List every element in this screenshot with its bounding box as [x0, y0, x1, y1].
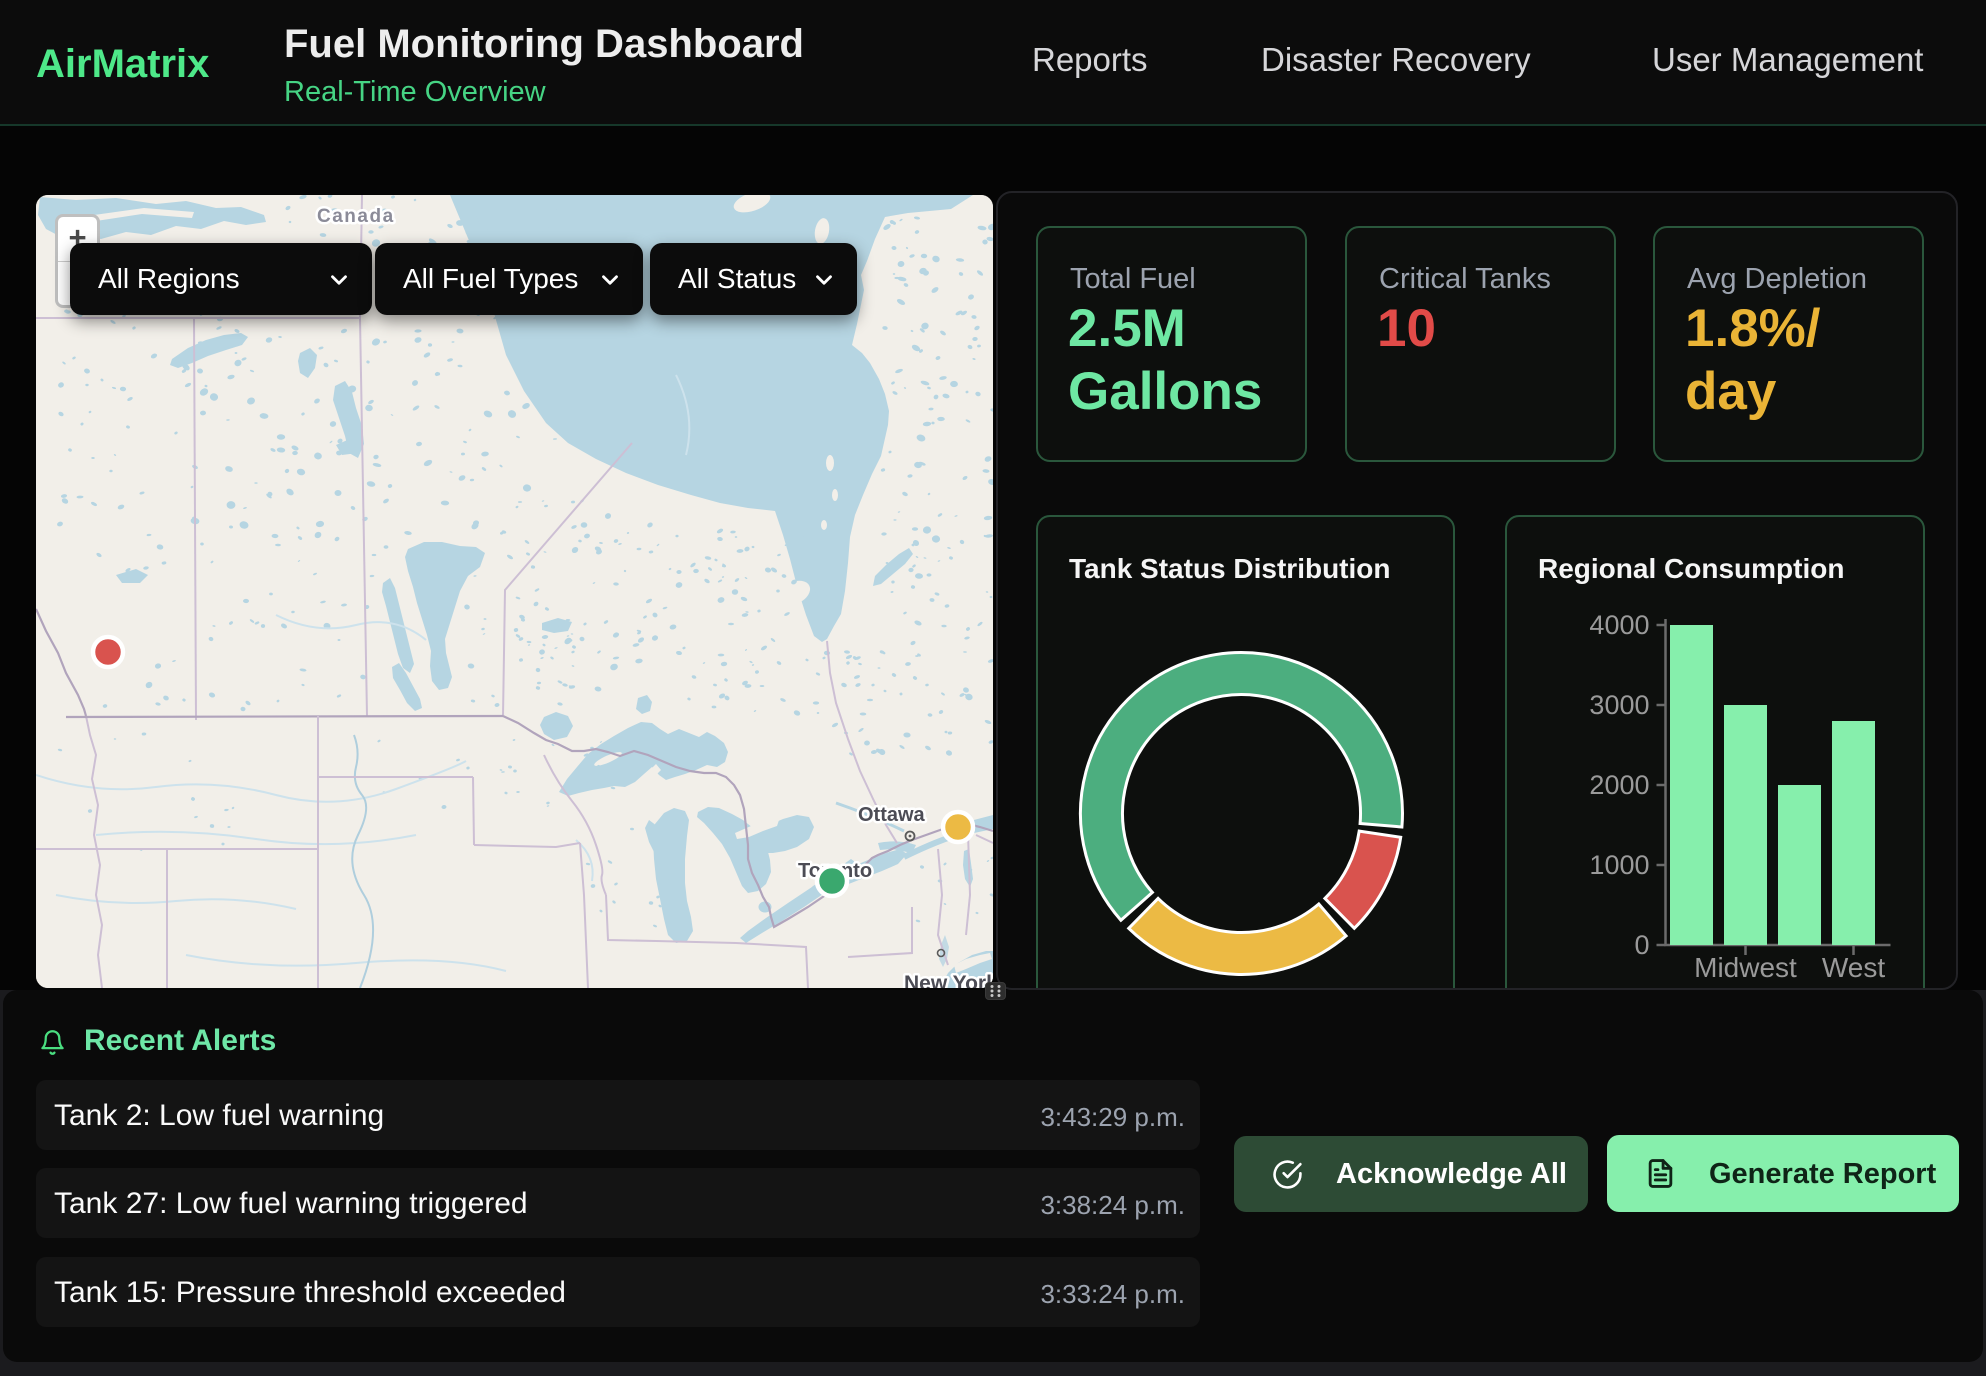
svg-text:2000: 2000: [1589, 770, 1649, 800]
svg-text:West: West: [1822, 952, 1885, 983]
svg-text:Midwest: Midwest: [1694, 952, 1797, 983]
svg-text:4000: 4000: [1589, 610, 1649, 640]
svg-text:0: 0: [1634, 930, 1649, 960]
svg-text:3000: 3000: [1589, 690, 1649, 720]
svg-text:Ottawa: Ottawa: [858, 804, 926, 826]
svg-text:Canada: Canada: [317, 206, 395, 227]
svg-text:1000: 1000: [1589, 850, 1649, 880]
svg-text:New York: New York: [904, 972, 993, 988]
